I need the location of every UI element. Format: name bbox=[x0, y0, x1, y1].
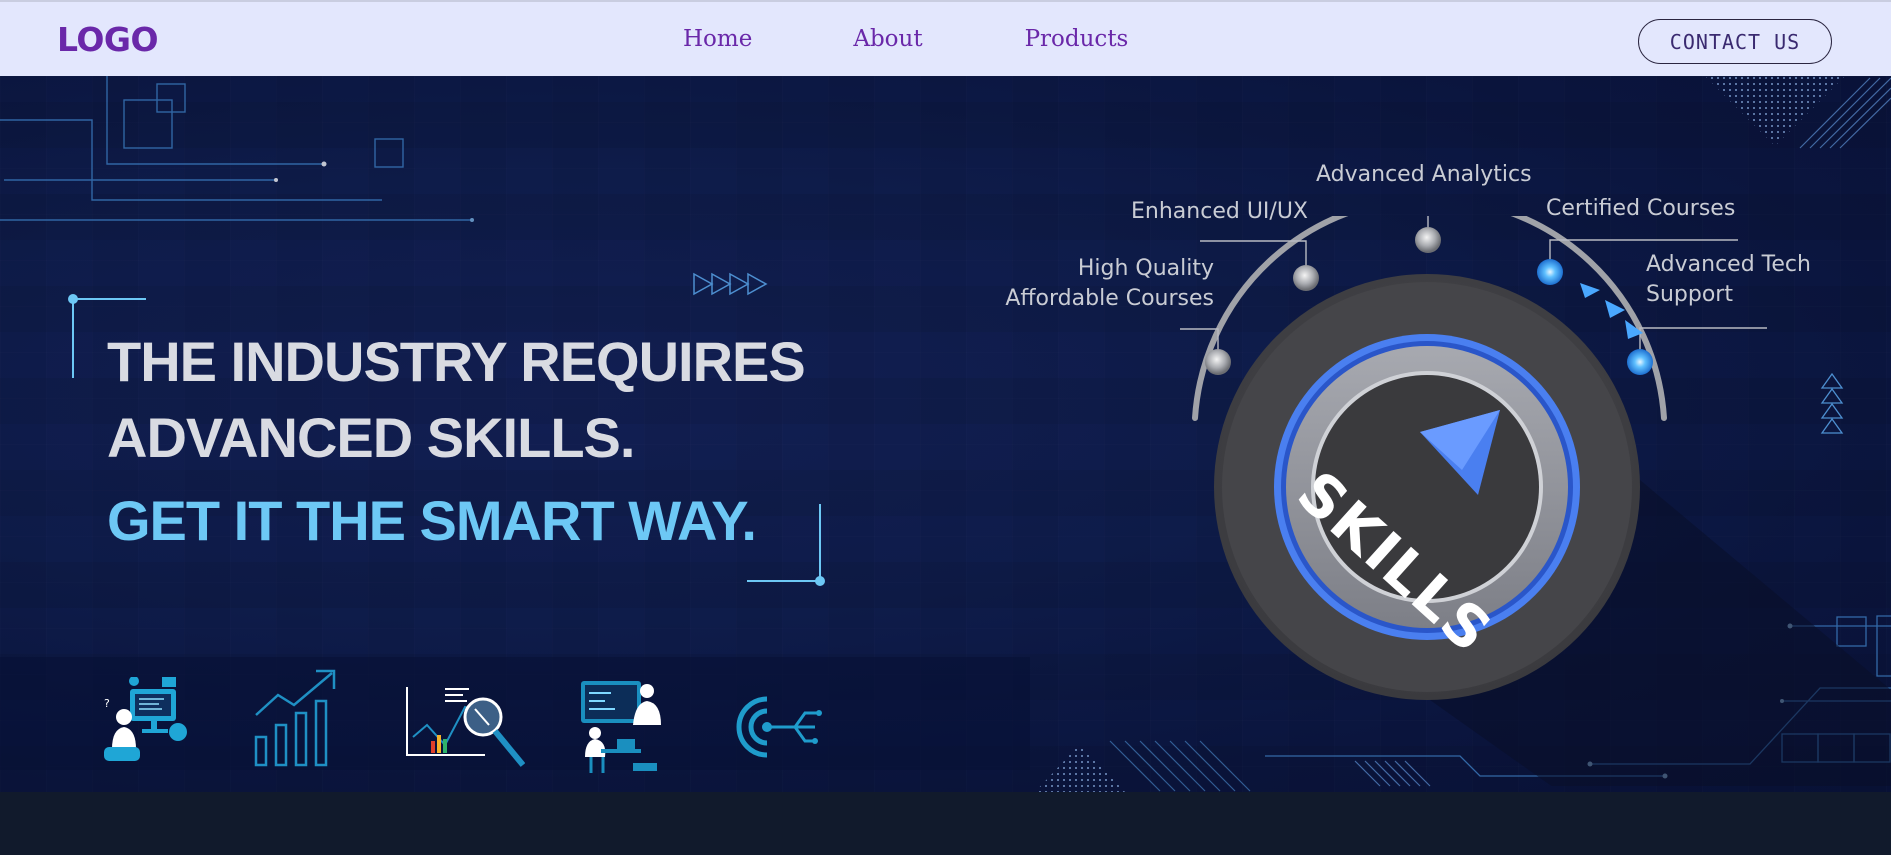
growth-chart-icon bbox=[254, 669, 336, 767]
label-advanced-analytics: Advanced Analytics bbox=[1316, 162, 1532, 187]
hero-headline: THE INDUSTRY REQUIRES ADVANCED SKILLS. bbox=[107, 324, 806, 476]
label-certified-courses: Certified Courses bbox=[1546, 196, 1736, 221]
nav-link-about[interactable]: About bbox=[853, 26, 922, 52]
analytics-search-icon bbox=[406, 687, 525, 767]
label-high-quality-line1: High Quality bbox=[1077, 256, 1214, 281]
label-enhanced-uiux: Enhanced UI/UX bbox=[1131, 199, 1308, 224]
hero-tagline: GET IT THE SMART WAY. bbox=[107, 489, 757, 552]
navbar: LOGO Home About Products CONTACT US bbox=[0, 0, 1891, 76]
logo[interactable]: LOGO bbox=[57, 20, 159, 59]
headline-line-2: ADVANCED SKILLS. bbox=[107, 406, 635, 469]
label-high-quality-line2: Affordable Courses bbox=[1005, 286, 1214, 311]
label-support-line1: Advanced Tech bbox=[1646, 252, 1811, 277]
hero-banner: THE INDUSTRY REQUIRES ADVANCED SKILLS. G… bbox=[0, 76, 1891, 792]
nav-link-home[interactable]: Home bbox=[683, 26, 752, 52]
footer-band bbox=[0, 792, 1891, 855]
nav-link-products[interactable]: Products bbox=[1025, 26, 1129, 52]
target-icon bbox=[736, 696, 822, 758]
people-computer-icon: ? bbox=[104, 677, 187, 761]
svg-text:?: ? bbox=[104, 697, 110, 710]
label-advanced-tech-support: Advanced Tech Support bbox=[1646, 250, 1811, 310]
team-work-icon bbox=[581, 681, 661, 773]
main-menu: Home About Products bbox=[683, 26, 1128, 52]
label-support-line2: Support bbox=[1646, 282, 1733, 307]
label-high-quality: High Quality Affordable Courses bbox=[980, 254, 1214, 314]
headline-line-1: THE INDUSTRY REQUIRES bbox=[107, 330, 806, 393]
contact-us-button[interactable]: CONTACT US bbox=[1638, 19, 1832, 64]
